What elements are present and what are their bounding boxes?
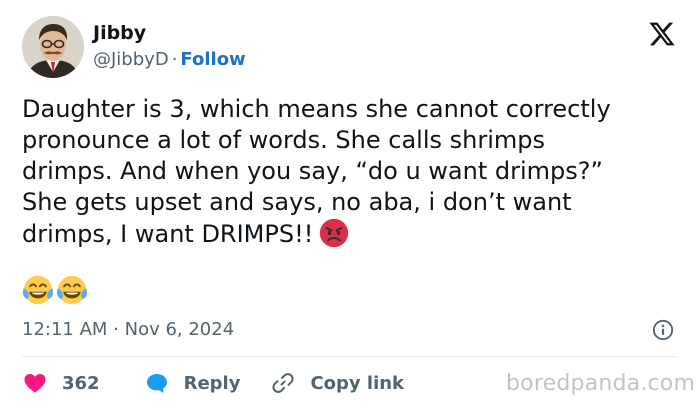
reply-button[interactable]: Reply: [144, 371, 241, 395]
tweet-line: Daughter is 3, which means she cannot co…: [22, 95, 611, 123]
follow-button[interactable]: Follow: [180, 49, 245, 70]
info-icon[interactable]: [652, 319, 674, 341]
emoji-row: [22, 274, 88, 306]
reply-bubble-icon: [146, 374, 167, 393]
reply-label: Reply: [183, 372, 241, 394]
like-count: 362: [62, 372, 100, 394]
tweet-line-last: drimps, I want DRIMPS!!: [22, 218, 672, 250]
tweet-line: drimps. And when you say, “do u want dri…: [22, 157, 603, 185]
tweet-line: drimps, I want DRIMPS!!: [22, 220, 314, 248]
face-with-tears-of-joy-icon: [56, 275, 88, 305]
tweet-line: pronounce a lot of words. She calls shri…: [22, 126, 545, 154]
author-name[interactable]: Jibby: [93, 22, 146, 44]
link-icon: [272, 373, 294, 393]
angry-face-icon: [320, 218, 349, 248]
tweet-line: She gets upset and says, no aba, i don’t…: [22, 188, 572, 216]
face-with-tears-of-joy-icon: [22, 275, 54, 305]
copy-link-button[interactable]: Copy link: [270, 371, 404, 395]
tweet-timestamp[interactable]: 12:11 AM · Nov 6, 2024: [22, 319, 234, 340]
handle-separator: ·: [171, 49, 178, 70]
watermark: boredpanda.com: [506, 371, 696, 396]
author-handle-row: @JibbyD · Follow: [93, 49, 246, 70]
copy-link-label: Copy link: [310, 372, 405, 394]
like-button[interactable]: 362: [22, 371, 100, 395]
divider: [22, 356, 678, 357]
tweet-text: Daughter is 3, which means she cannot co…: [22, 94, 672, 250]
avatar-portrait: [22, 16, 84, 78]
heart-icon: [24, 374, 46, 393]
x-logo-icon[interactable]: [647, 20, 677, 48]
avatar[interactable]: [22, 16, 84, 78]
author-handle[interactable]: @JibbyD: [93, 49, 169, 70]
action-bar: 362 Reply Copy link: [22, 371, 404, 395]
